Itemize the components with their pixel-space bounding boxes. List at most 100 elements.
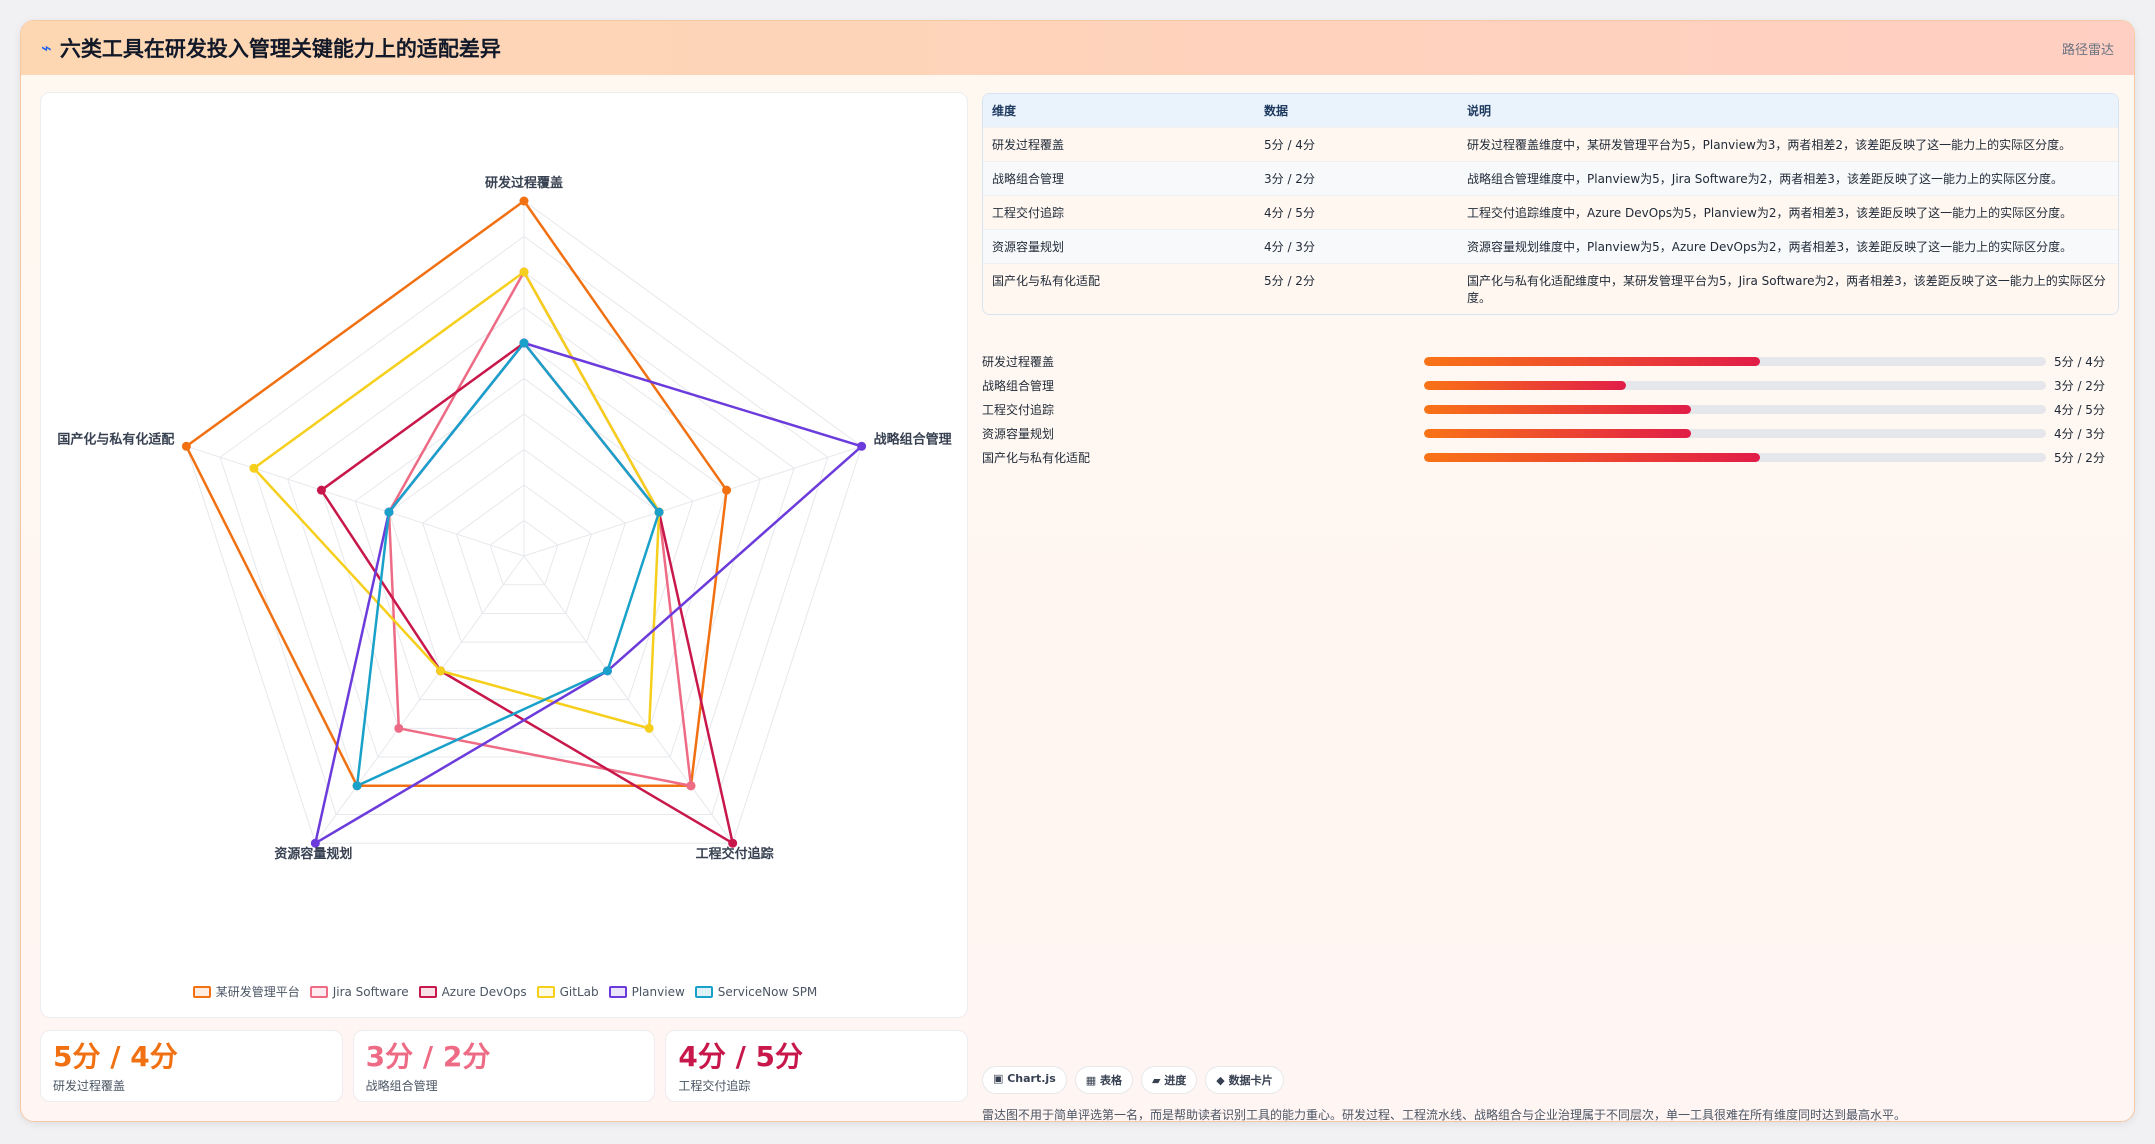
stat-value: 5分 / 4分 bbox=[53, 1040, 178, 1073]
table-cell: 4分 / 5分 bbox=[1255, 195, 1458, 230]
progress-label: 国产化与私有化适配 bbox=[982, 450, 1091, 465]
radar-chart-panel: 研发过程覆盖 战略组合管理 工程交付追踪 资源容量规划 国产化与私有化适配 某研发管理平… bbox=[40, 92, 968, 1018]
legend-label: ServiceNow SPM bbox=[717, 984, 818, 999]
legend-item[interactable]: Azure DevOps bbox=[418, 983, 527, 1000]
chip-list: ▣ Chart.js ▦ 表格 ▰ 进度 ◆ 数据卡片 bbox=[982, 1066, 1284, 1094]
progress-value: 4分 / 3分 bbox=[2054, 426, 2105, 441]
table-cell: 战略组合管理 bbox=[983, 161, 1255, 196]
table-cell: 工程交付追踪 bbox=[983, 195, 1255, 230]
data-point bbox=[394, 723, 404, 733]
table-row: 资源容量规划 4分 / 3分 资源容量规划维度中，Planview为5，Azure … bbox=[983, 229, 2118, 264]
data-point bbox=[857, 441, 867, 451]
header-tag: 路径雷达 bbox=[2061, 42, 2114, 58]
chip-label: Chart.js bbox=[1007, 1072, 1056, 1085]
chip[interactable]: ▦ 表格 bbox=[1074, 1066, 1133, 1094]
legend-item[interactable]: Planview bbox=[608, 983, 685, 1000]
table-header: 说明 bbox=[1467, 104, 1492, 118]
chip-label: 数据卡片 bbox=[1228, 1074, 1273, 1087]
table-body: 研发过程覆盖 5分 / 4分 研发过程覆盖维度中，某研发管理平台为5，Planvie… bbox=[983, 127, 2118, 314]
progress-label: 战略组合管理 bbox=[982, 378, 1055, 393]
stat-card: 4分 / 5分 工程交付追踪 bbox=[665, 1030, 969, 1102]
progress-row: 战略组合管理 3分 / 2分 bbox=[982, 373, 2119, 397]
data-point bbox=[519, 196, 529, 206]
table-cell: 5分 / 4分 bbox=[1255, 127, 1458, 162]
legend-swatch bbox=[192, 985, 211, 998]
table-cell: 资源容量规划维度中，Planview为5，Azure DevOps为2，两者相差… bbox=[1458, 229, 2118, 264]
data-point bbox=[316, 485, 326, 495]
series-line bbox=[320, 341, 734, 845]
legend-label: Azure DevOps bbox=[441, 984, 527, 999]
axis-label: 国产化与私有化适配 bbox=[57, 431, 174, 447]
data-point bbox=[686, 781, 696, 791]
table-cell: 资源容量规划 bbox=[983, 229, 1255, 264]
chip[interactable]: ▣ Chart.js bbox=[982, 1066, 1067, 1094]
stat-cards: 5分 / 4分 研发过程覆盖 3分 / 2分 战略组合管理 4分 / 5分 工程交付追踪 bbox=[40, 1030, 969, 1102]
legend-item[interactable]: GitLab bbox=[536, 983, 599, 1000]
stat-value: 3分 / 2分 bbox=[365, 1040, 491, 1073]
legend-swatch bbox=[418, 985, 437, 998]
progress-row: 国产化与私有化适配 5分 / 2分 bbox=[982, 445, 2119, 469]
legend-swatch bbox=[608, 985, 627, 998]
chip[interactable]: ▰ 进度 bbox=[1140, 1066, 1198, 1094]
pulse-icon: ⌁ bbox=[41, 37, 52, 59]
data-table: 维度 数据 说明 研发过程覆盖 5分 / 4分 研发过程覆盖维度中，某研发管理平台为… bbox=[983, 94, 2118, 314]
legend-item[interactable]: ServiceNow SPM bbox=[694, 983, 818, 1000]
chip-label: 进度 bbox=[1164, 1074, 1187, 1087]
data-point bbox=[384, 507, 394, 517]
page-title: 六类工具在研发投入管理关键能力上的适配差异 bbox=[59, 37, 501, 61]
table-cell: 4分 / 3分 bbox=[1255, 229, 1458, 264]
chip-icon: ▣ bbox=[993, 1072, 1008, 1085]
data-point bbox=[722, 485, 732, 495]
chart-legend: 某研发管理平台 Jira Software Azure DevOps GitLab Pl… bbox=[41, 983, 969, 1000]
data-point bbox=[602, 666, 612, 676]
progress-list: 研发过程覆盖 5分 / 4分战略组合管理 3分 / 2分工程交付追踪 4分 / 5分资… bbox=[982, 349, 2119, 469]
legend-swatch bbox=[694, 985, 713, 998]
table-cell: 研发过程覆盖 bbox=[983, 127, 1255, 162]
progress-track bbox=[1424, 404, 2046, 414]
footnote: 雷达图不用于简单评选第一名，而是帮助读者识别工具的能力重心。研发过程、工程流水线… bbox=[982, 1108, 1907, 1122]
legend-label: GitLab bbox=[559, 984, 599, 999]
progress-value: 4分 / 5分 bbox=[2054, 402, 2105, 417]
progress-fill bbox=[1424, 404, 1692, 414]
header: ⌁ 六类工具在研发投入管理关键能力上的适配差异 路径雷达 bbox=[21, 21, 2134, 75]
legend-swatch bbox=[309, 985, 328, 998]
progress-value: 5分 / 4分 bbox=[2054, 354, 2105, 369]
table-row: 工程交付追踪 4分 / 5分 工程交付追踪维度中，Azure DevOps为5，Pl… bbox=[983, 195, 2118, 230]
progress-fill bbox=[1424, 356, 1760, 366]
table-cell: 战略组合管理维度中，Planview为5，Jira Software为2，两者相… bbox=[1458, 161, 2118, 196]
data-table-wrap: 维度 数据 说明 研发过程覆盖 5分 / 4分 研发过程覆盖维度中，某研发管理平台为… bbox=[982, 93, 2119, 315]
table-cell: 工程交付追踪维度中，Azure DevOps为5，Planview为2，两者相差… bbox=[1458, 195, 2118, 230]
progress-label: 资源容量规划 bbox=[982, 426, 1055, 441]
legend-label: 某研发管理平台 bbox=[215, 985, 300, 999]
grid-spoke bbox=[523, 445, 862, 557]
data-point bbox=[644, 723, 654, 733]
data-point bbox=[352, 781, 362, 791]
progress-track bbox=[1424, 452, 2046, 462]
table-cell: 国产化与私有化适配 bbox=[983, 263, 1255, 314]
main-card: ⌁ 六类工具在研发投入管理关键能力上的适配差异 路径雷达 研发过程覆盖 战略组合管… bbox=[20, 20, 2135, 1122]
table-row: 国产化与私有化适配 5分 / 2分 国产化与私有化适配维度中，某研发管理平台为5，J… bbox=[983, 263, 2118, 314]
progress-value: 5分 / 2分 bbox=[2054, 450, 2105, 465]
axis-label: 研发过程覆盖 bbox=[485, 175, 563, 191]
stat-label: 工程交付追踪 bbox=[678, 1079, 751, 1093]
axis-label: 战略组合管理 bbox=[874, 431, 952, 447]
chip-icon: ▦ bbox=[1085, 1074, 1100, 1087]
progress-row: 工程交付追踪 4分 / 5分 bbox=[982, 397, 2119, 421]
data-point bbox=[181, 441, 191, 451]
data-point bbox=[654, 507, 664, 517]
legend-label: Planview bbox=[631, 984, 685, 999]
progress-track bbox=[1424, 428, 2046, 438]
table-header: 维度 bbox=[992, 104, 1017, 118]
progress-label: 研发过程覆盖 bbox=[982, 354, 1055, 369]
chip[interactable]: ◆ 数据卡片 bbox=[1205, 1066, 1284, 1094]
progress-label: 工程交付追踪 bbox=[982, 402, 1055, 417]
table-cell: 3分 / 2分 bbox=[1255, 161, 1458, 196]
legend-item[interactable]: 某研发管理平台 bbox=[192, 983, 300, 1000]
legend-item[interactable]: Jira Software bbox=[309, 983, 409, 1000]
legend-label: Jira Software bbox=[332, 984, 409, 999]
table-header: 数据 bbox=[1264, 104, 1289, 118]
stat-card: 5分 / 4分 研发过程覆盖 bbox=[40, 1030, 343, 1102]
progress-fill bbox=[1424, 428, 1692, 438]
data-point bbox=[249, 463, 259, 473]
table-header-row: 维度 数据 说明 bbox=[983, 94, 2118, 128]
